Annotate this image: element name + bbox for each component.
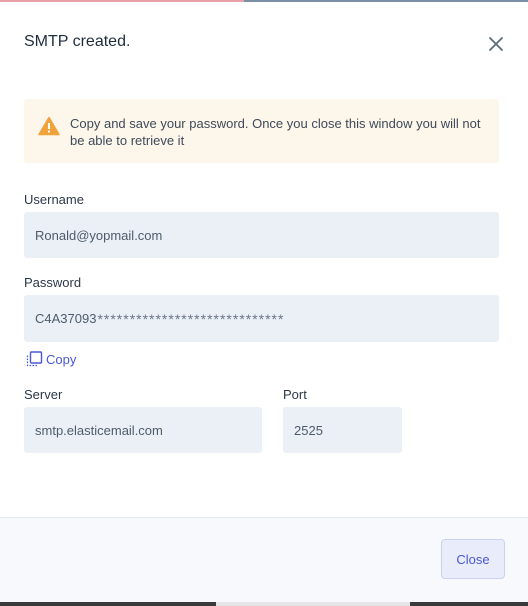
top-strip-accent-secondary	[244, 0, 528, 2]
port-value: 2525	[294, 422, 323, 438]
warning-icon	[38, 116, 60, 136]
top-strip	[0, 0, 528, 2]
port-label: Port	[283, 387, 307, 402]
password-field[interactable]: C4A37093 *****************************	[24, 295, 499, 342]
password-visible-part: C4A37093	[35, 311, 97, 326]
username-field[interactable]: Ronald@yopmail.com	[24, 212, 499, 258]
server-label: Server	[24, 387, 63, 402]
close-icon[interactable]	[486, 34, 506, 54]
username-label: Username	[24, 192, 84, 207]
bottom-bar	[0, 602, 528, 606]
server-value: smtp.elasticemail.com	[35, 422, 163, 438]
port-field[interactable]: 2525	[283, 407, 402, 453]
close-button[interactable]: Close	[441, 539, 505, 579]
password-label: Password	[24, 275, 82, 290]
username-value: Ronald@yopmail.com	[35, 227, 163, 243]
top-strip-accent	[0, 0, 244, 2]
dialog-title: SMTP created.	[24, 33, 131, 50]
copy-icon	[26, 351, 43, 367]
password-masked-part: *****************************	[97, 310, 285, 327]
server-field[interactable]: smtp.elasticemail.com	[24, 407, 262, 453]
copy-password-button[interactable]: Copy	[26, 350, 76, 368]
bottom-bar-scroll-thumb	[216, 602, 410, 606]
alert-message: Copy and save your password. Once you cl…	[70, 116, 481, 148]
warning-alert: Copy and save your password. Once you cl…	[24, 99, 499, 163]
copy-label: Copy	[46, 351, 77, 367]
